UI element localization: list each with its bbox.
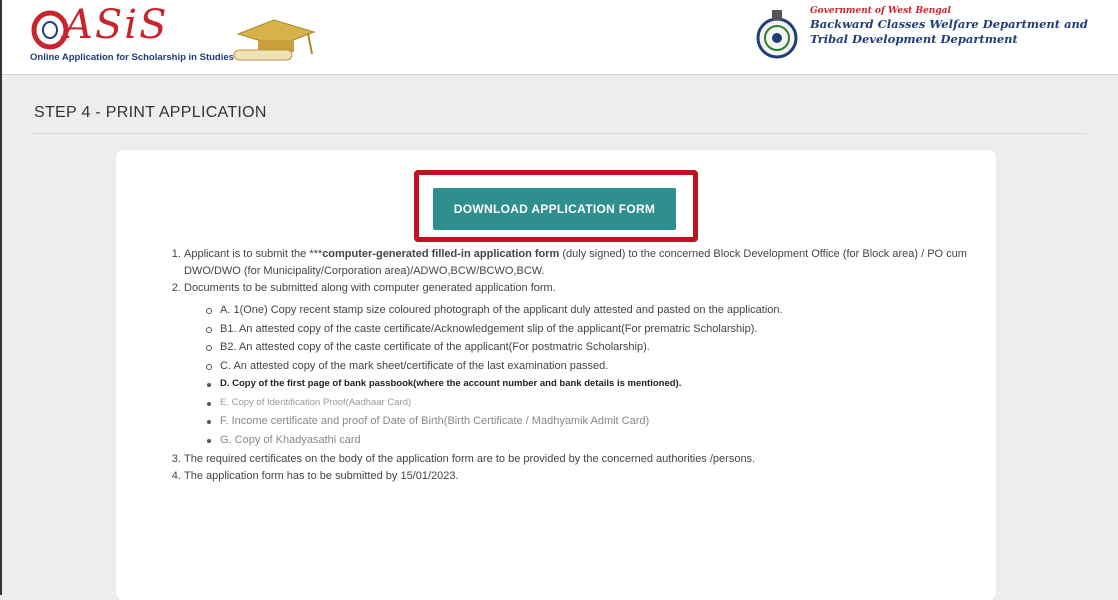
oasis-logo[interactable]: ASiS Online Application for Scholarship …	[30, 2, 320, 68]
document-item: G. Copy of Khadyasathi card	[204, 431, 972, 450]
window-border	[0, 0, 2, 595]
documents-sublist: A. 1(One) Copy recent stamp size coloure…	[184, 301, 972, 449]
page-title: STEP 4 - PRINT APPLICATION	[34, 104, 267, 121]
document-item: B1. An attested copy of the caste certif…	[204, 320, 972, 339]
logo-text: ASiS	[64, 2, 169, 48]
site-header: ASiS Online Application for Scholarship …	[2, 0, 1118, 75]
document-item: D. Copy of the first page of bank passbo…	[204, 375, 972, 394]
instruction-1: Applicant is to submit the ***computer-g…	[184, 246, 972, 280]
government-branding: Government of West Bengal Backward Class…	[754, 4, 1118, 68]
department-line2: Tribal Development Department	[810, 32, 1018, 46]
instruction-3: The required certificates on the body of…	[184, 451, 972, 468]
title-divider	[32, 133, 1086, 134]
instruction-4: The application form has to be submitted…	[184, 468, 972, 485]
document-item: B2. An attested copy of the caste certif…	[204, 338, 972, 357]
gov-name: Government of West Bengal	[810, 6, 951, 16]
graduation-cap-icon	[233, 19, 316, 61]
document-item: F. Income certificate and proof of Date …	[204, 412, 972, 431]
document-item: E. Copy of Identification Proof(Aadhaar …	[204, 394, 972, 413]
department-line1: Backward Classes Welfare Department and	[810, 17, 1088, 31]
download-application-form-button[interactable]: DOWNLOAD APPLICATION FORM	[433, 188, 676, 230]
document-item: C. An attested copy of the mark sheet/ce…	[204, 357, 972, 376]
government-seal-icon	[756, 10, 798, 59]
instruction-1-bold: computer-generated filled-in application…	[322, 248, 560, 260]
instructions-list: Applicant is to submit the ***computer-g…	[172, 246, 972, 485]
logo-tagline: Online Application for Scholarship in St…	[30, 52, 234, 63]
document-item: A. 1(One) Copy recent stamp size coloure…	[204, 301, 972, 320]
instruction-2: Documents to be submitted along with com…	[184, 280, 972, 449]
print-application-card: DOWNLOAD APPLICATION FORM Applicant is t…	[116, 150, 996, 600]
